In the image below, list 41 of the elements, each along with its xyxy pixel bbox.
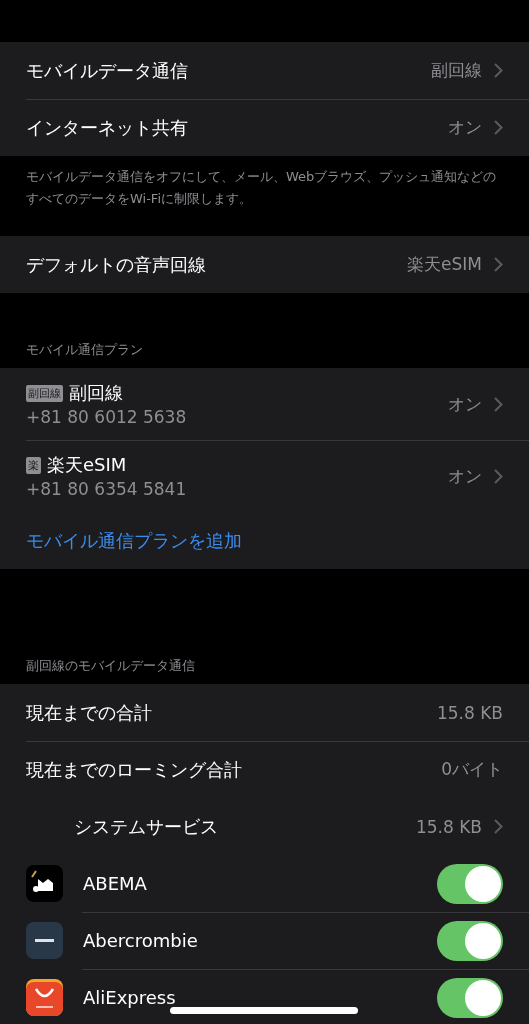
plan-name: 副回線 — [69, 381, 123, 405]
app-icon — [26, 979, 63, 1016]
toggle-switch[interactable] — [437, 863, 503, 904]
footer-note: モバイルデータ通信をオフにして、メール、Webブラウズ、プッシュ通知などのすべてのデータをWi-Fiに制限します。 — [25, 168, 498, 208]
line-badge: 副回線 — [26, 384, 63, 402]
row-label: 現在までの合計 — [26, 700, 153, 725]
row-value: 15.8 KB — [415, 816, 482, 837]
app-icon — [26, 922, 63, 959]
app-name: AliExpress — [83, 987, 177, 1008]
phone-number: +81 80 6354 5841 — [26, 479, 188, 499]
row-value: オン — [448, 116, 482, 139]
row-value: 副回線 — [431, 59, 482, 82]
row-label[interactable]: モバイルデータ通信 — [26, 58, 431, 83]
row-value: 0バイト — [441, 758, 503, 781]
section-header: 副回線のモバイルデータ通信 — [25, 657, 196, 675]
app-name: Abercrombie — [83, 930, 199, 951]
add-plan-link[interactable]: モバイル通信プランを追加 — [26, 528, 242, 553]
chevron-icon — [494, 120, 503, 135]
chevron-icon — [494, 63, 503, 78]
row-value: 15.8 KB — [436, 702, 503, 723]
toggle-switch[interactable] — [437, 977, 503, 1018]
app-name: ABEMA — [83, 873, 148, 894]
chevron-icon — [494, 819, 503, 834]
chevron-icon — [494, 396, 503, 412]
app-icon — [26, 865, 63, 902]
section-header: モバイル通信プラン — [25, 341, 144, 359]
toggle-switch[interactable] — [437, 920, 503, 961]
phone-number: +81 80 6012 5638 — [26, 407, 188, 427]
row-value: 楽天eSIM — [407, 253, 482, 276]
row-label[interactable]: システムサービス — [26, 814, 416, 839]
plan-status: オン — [448, 392, 482, 416]
chevron-icon — [494, 468, 503, 484]
plan-name: 楽天eSIM — [47, 453, 127, 477]
plan-row[interactable]: 楽 楽天eSIM +81 80 6354 5841 オン — [0, 440, 529, 512]
row-label: 現在までのローミング合計 — [26, 757, 243, 782]
row-label[interactable]: デフォルトの音声回線 — [26, 252, 408, 277]
plan-row[interactable]: 副回線 副回線 +81 80 6012 5638 オン — [0, 368, 529, 440]
line-badge: 楽 — [26, 456, 41, 474]
plan-status: オン — [448, 464, 482, 488]
row-label[interactable]: インターネット共有 — [26, 115, 448, 140]
chevron-icon — [494, 257, 503, 272]
